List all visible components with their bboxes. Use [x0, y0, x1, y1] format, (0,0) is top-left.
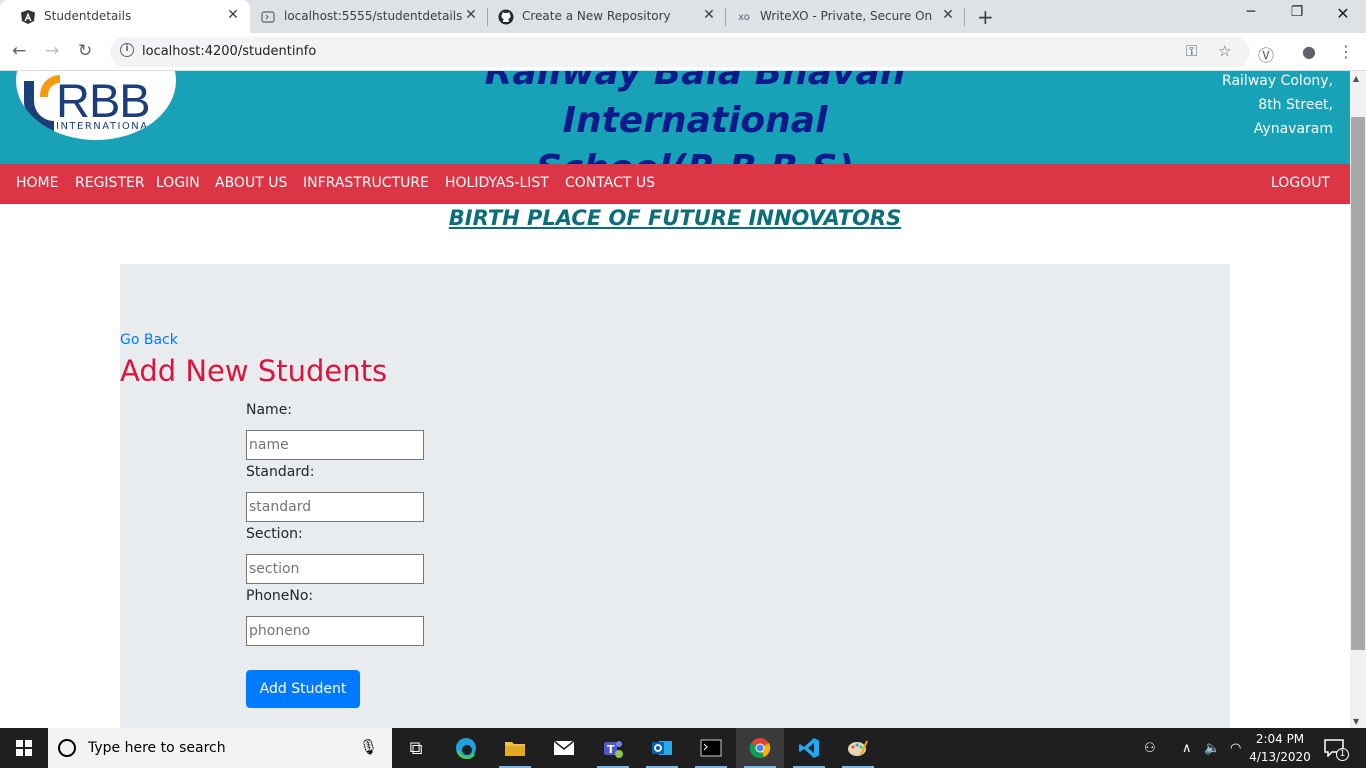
- file-explorer-icon[interactable]: [491, 728, 539, 768]
- close-icon[interactable]: ✕: [462, 7, 480, 23]
- windows-logo-icon: [16, 740, 32, 756]
- key-icon[interactable]: ⚿: [1186, 42, 1197, 60]
- tab-studentdetails[interactable]: Studentdetails ✕: [0, 0, 250, 33]
- restore-icon[interactable]: ❐: [1274, 4, 1320, 20]
- nav-holidays-list[interactable]: HOLIDYAS-LIST: [445, 175, 549, 191]
- go-back-link[interactable]: Go Back: [120, 332, 178, 348]
- nav-contact-us[interactable]: CONTACT US: [565, 175, 655, 191]
- tagline[interactable]: BIRTH PLACE OF FUTURE INNOVATORS: [0, 206, 1350, 230]
- tab-title: Create a New Repository: [522, 9, 671, 23]
- angular-icon: [20, 9, 36, 25]
- search-placeholder: Type here to search: [88, 740, 226, 756]
- section-label: Section:: [246, 526, 303, 542]
- phoneno-label: PhoneNo:: [246, 588, 314, 604]
- notification-badge: 1: [1336, 747, 1349, 761]
- phoneno-input[interactable]: [246, 616, 424, 646]
- browser-toolbar: ← → ↻ i localhost:4200/studentinfo ⚿ ☆ Ⓥ…: [0, 33, 1366, 71]
- form-heading: Add New Students: [120, 354, 388, 388]
- teams-icon[interactable]: T: [589, 728, 637, 768]
- paint-icon[interactable]: [834, 728, 882, 768]
- vscode-icon[interactable]: [785, 728, 833, 768]
- edge-icon[interactable]: [442, 728, 490, 768]
- nav-logout[interactable]: LOGOUT: [1271, 175, 1330, 191]
- wifi-icon[interactable]: ◠: [1230, 728, 1241, 768]
- scroll-up-icon[interactable]: ▲: [1353, 74, 1359, 83]
- tab-title: localhost:5555/studentdetails: [284, 9, 463, 23]
- clock-date: 4/13/2020: [1249, 750, 1311, 764]
- browser-tab-bar: Studentdetails ✕ localhost:5555/studentd…: [0, 0, 1366, 33]
- star-icon[interactable]: ☆: [1218, 42, 1231, 60]
- name-label: Name:: [246, 402, 293, 418]
- new-tab-plus-icon[interactable]: +: [977, 5, 994, 29]
- github-icon: [498, 9, 514, 25]
- name-input[interactable]: [246, 430, 424, 460]
- nav-home[interactable]: HOME: [16, 175, 58, 191]
- task-view-icon[interactable]: ⧉: [392, 728, 440, 768]
- section-input[interactable]: [246, 554, 424, 584]
- standard-input[interactable]: [246, 492, 424, 522]
- logo-text: RBB: [56, 74, 151, 127]
- address-line: 8th Street,: [1258, 97, 1333, 113]
- minimize-icon[interactable]: ─: [1228, 4, 1274, 20]
- url-text[interactable]: localhost:4200/studentinfo: [142, 44, 316, 59]
- page-scrollbar[interactable]: ▲ ▼: [1350, 71, 1366, 728]
- tab-localhost-5555[interactable]: localhost:5555/studentdetails ✕: [250, 0, 488, 33]
- main-nav: HOME REGISTER LOGIN ABOUT US INFRASTRUCT…: [0, 164, 1350, 204]
- address-bar[interactable]: i localhost:4200/studentinfo ⚿ ☆: [110, 37, 1250, 67]
- taskbar-search[interactable]: Type here to search 🎙: [48, 728, 392, 768]
- page-icon: [260, 9, 276, 25]
- school-logo: RBB INTERNATIONA: [16, 71, 176, 140]
- chrome-icon[interactable]: [736, 728, 784, 768]
- profile-icon[interactable]: ●: [1302, 42, 1316, 61]
- scroll-down-icon[interactable]: ▼: [1353, 717, 1359, 726]
- info-icon[interactable]: i: [120, 43, 134, 57]
- add-student-button[interactable]: Add Student: [246, 670, 360, 708]
- reload-icon[interactable]: ↻: [78, 41, 92, 61]
- nav-login[interactable]: LOGIN: [156, 175, 200, 191]
- windows-taskbar: Type here to search 🎙 ⧉ T ⚇ ∧ 🔈 ◠ 2:04 P…: [0, 728, 1366, 768]
- volume-icon[interactable]: 🔈: [1204, 728, 1220, 768]
- site-header: RBB INTERNATIONA Railway Bala Bhavan Int…: [0, 71, 1350, 189]
- school-address: Railway Colony, 8th Street, Aynavaram: [1222, 71, 1333, 141]
- nav-infrastructure[interactable]: INFRASTRUCTURE: [303, 175, 429, 191]
- logo-arc-blue: [24, 81, 54, 131]
- chevron-up-icon[interactable]: ∧: [1182, 728, 1192, 768]
- clock-time: 2:04 PM: [1255, 732, 1305, 746]
- tab-title: Studentdetails: [44, 9, 132, 23]
- close-icon[interactable]: ✕: [224, 7, 242, 23]
- tab-separator: [964, 8, 965, 26]
- svg-text:T: T: [607, 743, 615, 756]
- close-icon[interactable]: ✕: [939, 7, 957, 23]
- outlook-icon[interactable]: [638, 728, 686, 768]
- nav-about-us[interactable]: ABOUT US: [215, 175, 287, 191]
- people-icon[interactable]: ⚇: [1144, 728, 1156, 768]
- terminal-icon[interactable]: [687, 728, 735, 768]
- school-name-line1: Railway Bala Bhavan International: [484, 71, 906, 141]
- address-line: Aynavaram: [1253, 121, 1333, 137]
- address-line: Railway Colony,: [1222, 73, 1333, 89]
- forward-arrow-icon[interactable]: →: [45, 41, 59, 61]
- add-student-panel: Go Back Add New Students Name: Standard:…: [120, 264, 1230, 728]
- start-button[interactable]: [0, 728, 48, 768]
- logo-subtext: INTERNATIONA: [56, 121, 149, 132]
- tab-writexo[interactable]: xo WriteXO - Private, Secure Online ✕: [726, 0, 965, 33]
- microphone-icon[interactable]: 🎙: [359, 738, 378, 756]
- tab-create-repository[interactable]: Create a New Repository ✕: [488, 0, 726, 33]
- mail-icon[interactable]: [540, 728, 588, 768]
- scroll-thumb[interactable]: [1351, 117, 1365, 650]
- standard-label: Standard:: [246, 464, 315, 480]
- back-arrow-icon[interactable]: ←: [12, 41, 26, 61]
- system-clock[interactable]: 2:04 PM 4/13/2020: [1245, 730, 1315, 766]
- writexo-icon: xo: [738, 11, 750, 23]
- menu-kebab-icon[interactable]: ⋮: [1338, 42, 1354, 61]
- window-close-icon[interactable]: ✕: [1320, 4, 1366, 23]
- page-viewport: RBB INTERNATIONA Railway Bala Bhavan Int…: [0, 71, 1350, 728]
- tab-title: WriteXO - Private, Secure Online: [760, 9, 932, 23]
- notification-icon[interactable]: 1: [1324, 728, 1349, 768]
- close-icon[interactable]: ✕: [700, 7, 718, 23]
- cortana-icon: [58, 739, 76, 757]
- nav-register[interactable]: REGISTER: [75, 175, 145, 191]
- extension-v-icon[interactable]: Ⓥ: [1258, 42, 1274, 66]
